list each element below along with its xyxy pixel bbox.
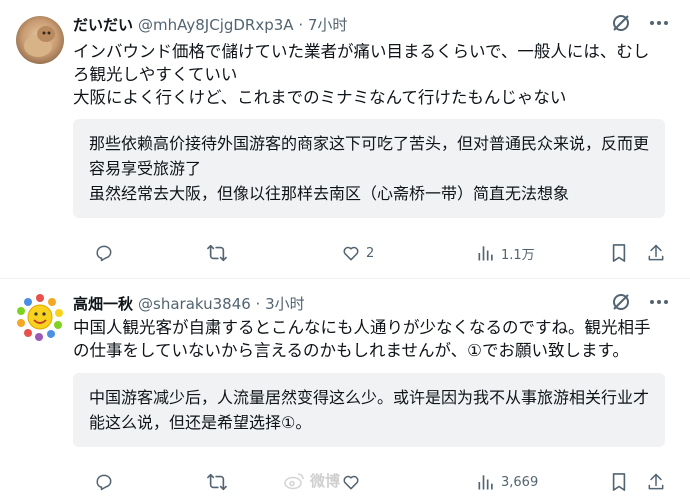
weibo-logo-icon: [284, 472, 304, 489]
watermark-text: 微博: [310, 472, 341, 490]
share-button[interactable]: [646, 469, 666, 495]
more-icon[interactable]: [648, 12, 670, 34]
watermark: 微博: [283, 470, 340, 491]
action-bar: 2 1.1万: [0, 240, 690, 266]
bookmark-button[interactable]: [610, 240, 628, 266]
handle-time[interactable]: @sharaku3846 · 3小时: [138, 293, 305, 314]
post-text: インバウンド価格で儲けていた業者が痛い目まるくらいで、一般人には、むしろ観光しや…: [73, 42, 650, 107]
post-header: だいだい @mhAy8JCjgDRxp3A · 7小时: [73, 12, 347, 36]
avatar[interactable]: [16, 293, 64, 341]
retweet-button[interactable]: [206, 240, 233, 266]
views-button[interactable]: 1.1万: [476, 240, 535, 266]
retweet-icon: [207, 473, 227, 491]
reply-icon: [96, 245, 112, 262]
bookmark-button[interactable]: [610, 469, 628, 495]
share-icon: [648, 473, 664, 490]
translation-box: 那些依赖高价接待外国游客的商家这下可吃了苦头，但对普通民众来说，反而更容易享受旅…: [73, 119, 665, 218]
action-bar: 3,669: [0, 469, 690, 495]
post-text: 中国人観光客が自粛するとこんなにも人通りが少なくなるのですね。観光相手の仕事をし…: [73, 318, 651, 360]
like-button[interactable]: 2: [341, 240, 374, 266]
like-icon: [343, 246, 359, 261]
share-icon: [648, 244, 664, 261]
reply-button[interactable]: [94, 240, 119, 266]
bookmark-icon: [612, 244, 626, 262]
display-name[interactable]: 高畑一秋: [73, 293, 133, 314]
reply-button[interactable]: [94, 469, 119, 495]
retweet-button[interactable]: [206, 469, 233, 495]
like-icon: [343, 475, 359, 490]
views-count: 3,669: [501, 474, 539, 490]
grok-icon[interactable]: [610, 291, 632, 313]
views-icon: [478, 475, 493, 490]
handle-time[interactable]: @mhAy8JCjgDRxp3A · 7小时: [138, 14, 347, 35]
avatar[interactable]: [16, 16, 64, 64]
bookmark-icon: [612, 473, 626, 491]
post-header: 高畑一秋 @sharaku3846 · 3小时: [73, 291, 305, 315]
like-count: 2: [366, 245, 375, 261]
retweet-icon: [207, 244, 227, 262]
post-2[interactable]: 高畑一秋 @sharaku3846 · 3小时 中国人観光客が自粛するとこんなに…: [0, 279, 690, 500]
reply-icon: [96, 474, 112, 491]
grok-icon[interactable]: [610, 12, 632, 34]
share-button[interactable]: [646, 240, 666, 266]
views-count: 1.1万: [501, 247, 535, 263]
views-button[interactable]: 3,669: [476, 469, 538, 495]
more-icon[interactable]: [648, 291, 670, 313]
like-button[interactable]: [341, 469, 366, 495]
translation-box: 中国游客减少后，人流量居然变得这么少。或许是因为我不从事旅游相关行业才能这么说，…: [73, 373, 665, 447]
post-1[interactable]: だいだい @mhAy8JCjgDRxp3A · 7小时 インバウンド価格で儲けて…: [0, 0, 690, 278]
display-name[interactable]: だいだい: [73, 14, 133, 35]
views-icon: [478, 246, 493, 261]
